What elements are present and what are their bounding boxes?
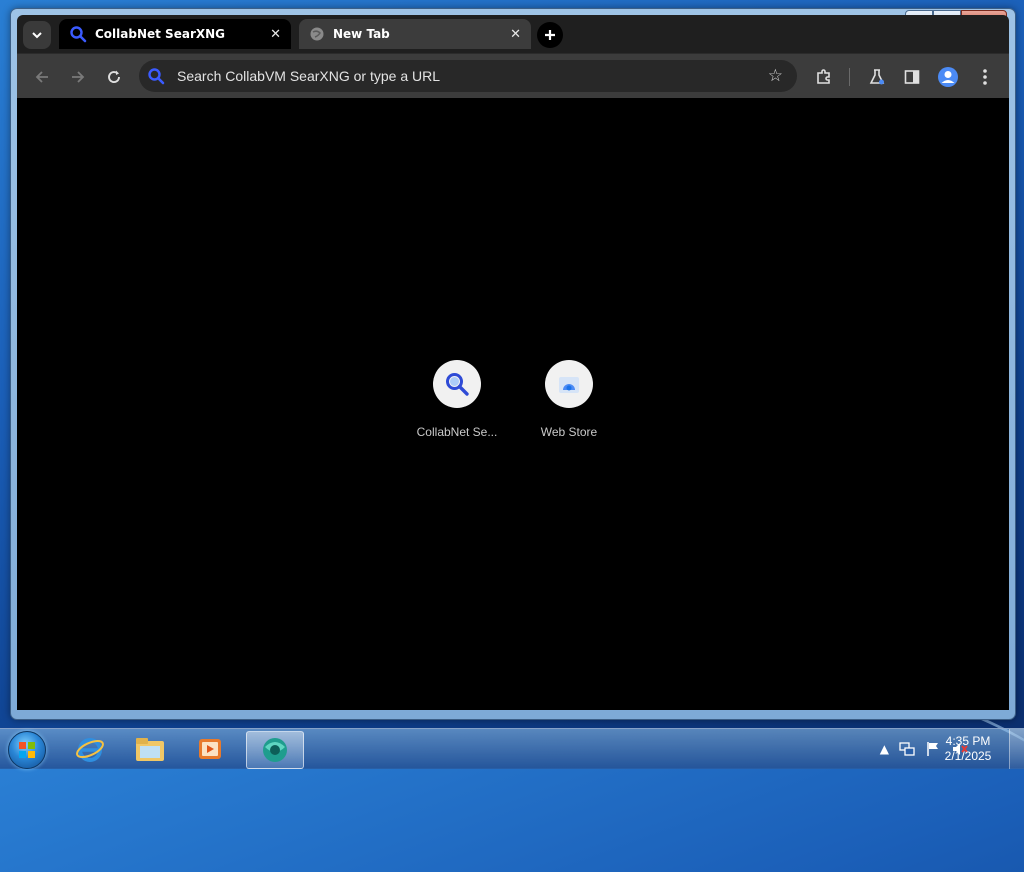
taskbar: ▲ 4:35 PM 2/1/2025 xyxy=(0,728,1024,769)
toolbar-separator xyxy=(849,68,850,86)
tab-title: New Tab xyxy=(333,27,390,41)
search-icon xyxy=(148,68,165,85)
plus-icon xyxy=(545,30,555,40)
new-tab-button[interactable] xyxy=(537,22,563,48)
show-desktop-button[interactable] xyxy=(1009,729,1024,769)
shortcut-collabnet[interactable]: CollabNet Se... xyxy=(401,360,513,439)
menu-button[interactable] xyxy=(974,66,996,88)
media-player-icon xyxy=(199,739,221,759)
tab-strip: CollabNet SearXNG ✕ New Tab ✕ xyxy=(17,15,1009,53)
reload-button[interactable] xyxy=(103,66,125,88)
address-bar[interactable]: Search CollabVM SearXNG or type a URL ☆ xyxy=(139,60,797,92)
search-engine-icon xyxy=(143,63,169,89)
shortcut-label: CollabNet Se... xyxy=(416,425,498,439)
side-panel-icon xyxy=(904,70,920,84)
side-panel-button[interactable] xyxy=(901,66,923,88)
taskbar-browser[interactable] xyxy=(246,731,304,769)
taskbar-media-player[interactable] xyxy=(182,731,238,767)
forward-arrow-icon xyxy=(72,71,85,83)
globe-icon xyxy=(310,27,324,41)
clock-time: 4:35 PM xyxy=(945,734,991,748)
browser-window: — ☐ ✕ CollabNet SearXNG ✕ New Tab ✕ xyxy=(10,8,1016,720)
start-button[interactable] xyxy=(8,731,46,769)
close-tab-icon[interactable]: ✕ xyxy=(270,27,281,42)
bookmark-star-icon[interactable]: ☆ xyxy=(768,66,783,86)
labs-button[interactable] xyxy=(866,66,888,88)
chevron-down-icon xyxy=(32,32,42,39)
tab-title: CollabNet SearXNG xyxy=(95,27,226,41)
search-icon xyxy=(446,373,469,396)
taskbar-internet-explorer[interactable] xyxy=(62,731,118,767)
internet-explorer-icon xyxy=(76,738,104,762)
menu-kebab-icon xyxy=(983,69,987,85)
reload-icon xyxy=(108,70,120,83)
shortcut-web-store[interactable]: Web Store xyxy=(513,360,625,439)
file-explorer-icon xyxy=(136,738,164,761)
browser-toolbar: Search CollabVM SearXNG or type a URL ☆ xyxy=(17,53,1009,98)
new-tab-page: CollabNet Se... Web Store xyxy=(17,98,1009,710)
clock-date: 2/1/2025 xyxy=(944,749,992,763)
web-store-icon xyxy=(559,377,579,393)
browser-icon xyxy=(263,738,287,762)
tab-new-tab[interactable]: New Tab ✕ xyxy=(299,19,531,49)
extensions-button[interactable] xyxy=(813,66,835,88)
shortcut-icon-circle xyxy=(433,360,481,408)
labs-flask-icon xyxy=(869,69,885,85)
network-icon[interactable] xyxy=(899,741,915,757)
address-bar-placeholder: Search CollabVM SearXNG or type a URL xyxy=(177,68,440,84)
extensions-icon xyxy=(817,69,830,84)
profile-icon xyxy=(938,67,958,87)
search-icon xyxy=(70,26,87,43)
back-arrow-icon xyxy=(35,71,48,83)
tab-collabnet-searxng[interactable]: CollabNet SearXNG ✕ xyxy=(59,19,291,49)
shortcut-label: Web Store xyxy=(540,425,598,439)
profile-button[interactable] xyxy=(937,66,959,88)
shortcut-icon-circle xyxy=(545,360,593,408)
tab-search-button[interactable] xyxy=(23,21,51,49)
taskbar-file-explorer[interactable] xyxy=(122,731,178,767)
taskbar-clock[interactable]: 4:35 PM 2/1/2025 xyxy=(938,734,998,764)
forward-button[interactable] xyxy=(67,66,89,88)
back-button[interactable] xyxy=(31,66,53,88)
close-tab-icon[interactable]: ✕ xyxy=(510,27,521,42)
show-hidden-icons-arrow[interactable]: ▲ xyxy=(880,742,889,756)
